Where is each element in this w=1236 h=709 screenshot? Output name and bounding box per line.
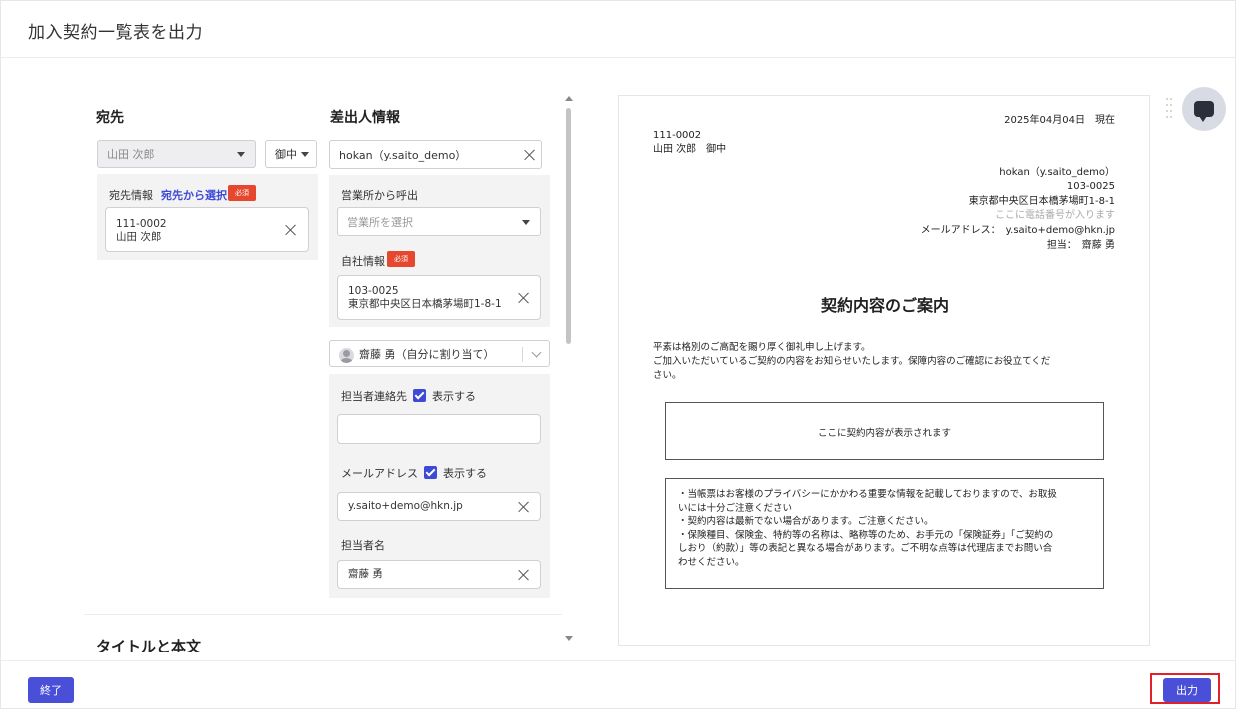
sender-account-select[interactable]: hokan（y.saito_demo） [329, 140, 542, 169]
recipient-address-line2: 山田 次郎 [116, 231, 162, 243]
drag-handle-icon[interactable] [1166, 98, 1174, 124]
scroll-down-icon[interactable] [565, 636, 573, 641]
notice-line: ・保険種目、保険金、特約等の名称は、略称等のため、お手元の「保険証券」「ご契約の [678, 529, 1054, 541]
recipient-address-line1: 111-0002 [116, 218, 167, 230]
scroll-thumb[interactable] [566, 108, 571, 344]
staff-name-label: 担当者名 [341, 539, 385, 552]
notice-line: ・契約内容は最新でない場合があります。ご注意ください。 [678, 516, 934, 527]
company-info-field[interactable]: 103-0025 東京都中央区日本橋茅場町1-8-1 [337, 275, 541, 320]
company-info-label: 自社情報 [341, 255, 385, 268]
email-label: メールアドレス [341, 467, 418, 480]
settings-scrollbar[interactable] [562, 92, 576, 644]
recipient-heading: 宛先 [96, 110, 124, 126]
email-show-label: 表示する [443, 467, 487, 480]
preview-from-line1: hokan（y.saito_demo） [999, 167, 1115, 178]
office-select[interactable]: 営業所を選択 [337, 207, 541, 236]
notice-line: いには十分ご注意ください [678, 502, 793, 514]
preview-body-line1: 平素は格別のご高配を賜り厚く御礼申し上げます。 [653, 342, 871, 353]
notice-line: しおり（約款）」等の表記と異なる場合があります。ご不明な点等は代理店までお問い合 [678, 543, 1053, 554]
end-button[interactable]: 終了 [28, 677, 74, 703]
recipient-info-label-text: 宛先情報 [109, 189, 153, 202]
company-info-line1: 103-0025 [348, 285, 399, 297]
preview-phone-placeholder: ここに電話番号が入ります [995, 210, 1115, 221]
honorific-select[interactable]: 御中 [265, 140, 317, 168]
page-title: 加入契約一覧表を出力 [28, 23, 203, 43]
staff-name-value: 齋藤 勇 [348, 568, 383, 580]
recipient-info-label: 宛先情報 宛先から選択 [109, 187, 227, 203]
clear-icon[interactable] [518, 569, 530, 581]
contract-placeholder: ここに契約内容が表示されます [817, 428, 951, 439]
assignee-value: 齋藤 勇（自分に割り当て） [359, 347, 495, 361]
recipient-name-select[interactable]: 山田 次郎 [97, 140, 256, 168]
honorific-value: 御中 [275, 148, 297, 161]
contact-label: 担当者連絡先 [341, 390, 407, 403]
chat-bubble-icon [1194, 101, 1214, 122]
clear-icon[interactable] [518, 501, 530, 513]
recipient-name-value: 山田 次郎 [107, 148, 155, 161]
title-body-heading: タイトルと本文 [96, 638, 202, 652]
clear-icon[interactable] [518, 292, 530, 304]
preview-from-line3: 東京都中央区日本橋茅場町1-8-1 [968, 196, 1115, 207]
staff-name-input[interactable]: 齋藤 勇 [337, 560, 541, 589]
chevron-down-icon [522, 219, 530, 225]
user-avatar-icon [339, 348, 354, 363]
chat-support-button[interactable] [1182, 87, 1226, 131]
preview-body-line2: ご加入いただいているご契約の内容をお知らせいたします。保障内容のご確認にお役立て… [653, 356, 1051, 367]
output-button[interactable]: 出力 [1163, 678, 1211, 702]
notice-box: ・当帳票はお客様のプライバシーにかかわる重要な情報を記載しておりますので、お取扱… [665, 478, 1104, 589]
recipient-info-box: 宛先情報 宛先から選択 必須 111-0002 山田 次郎 [97, 174, 318, 260]
preview-from-email: メールアドレス： y.saito+demo@hkn.jp [920, 225, 1115, 236]
preview-title: 契約内容のご案内 [820, 296, 949, 315]
contract-content-box: ここに契約内容が表示されます [665, 402, 1104, 460]
document-preview: 2025年04月04日 現在 111-0002 山田 次郎 御中 hokan（y… [618, 95, 1150, 646]
contact-show-label: 表示する [432, 390, 476, 403]
required-badge: 必須 [387, 251, 415, 267]
sender-account-value: hokan（y.saito_demo） [339, 148, 467, 162]
dialog-header: 加入契約一覧表を出力 [0, 0, 1236, 58]
chevron-down-icon [237, 152, 245, 157]
office-placeholder: 営業所を選択 [347, 215, 413, 229]
contact-input[interactable] [337, 414, 541, 444]
preview-from-staff: 担当： 齋藤 勇 [1046, 240, 1115, 251]
section-divider [84, 614, 562, 615]
clear-icon[interactable] [285, 224, 297, 236]
clear-icon[interactable] [524, 149, 536, 161]
notice-line: わせください。 [678, 556, 745, 568]
company-info-line2: 東京都中央区日本橋茅場町1-8-1 [348, 298, 502, 310]
preview-body-line3: さい。 [653, 370, 682, 381]
preview-to-line1: 111-0002 [653, 130, 702, 141]
office-label: 営業所から呼出 [341, 189, 418, 202]
sender-heading: 差出人情報 [330, 110, 400, 126]
preview-date: 2025年04月04日 現在 [1004, 115, 1115, 126]
required-badge: 必須 [228, 185, 256, 201]
settings-panel: 宛先 山田 次郎 御中 宛先情報 宛先から選択 必須 111-0002 山田 次郎… [84, 92, 562, 652]
contact-label-row: 担当者連絡先 表示する [341, 388, 476, 404]
select-from-recipients-link[interactable]: 宛先から選択 [161, 189, 227, 202]
assignee-select[interactable]: 齋藤 勇（自分に割り当て） [329, 340, 550, 367]
select-divider [522, 347, 523, 362]
email-show-checkbox[interactable] [424, 466, 437, 479]
scroll-up-icon[interactable] [565, 96, 573, 101]
preview-from-line2: 103-0025 [1066, 181, 1115, 192]
sender-info-box: 営業所から呼出 営業所を選択 自社情報 必須 103-0025 東京都中央区日本… [329, 175, 550, 327]
contact-show-checkbox[interactable] [413, 389, 426, 402]
notice-line: ・当帳票はお客様のプライバシーにかかわる重要な情報を記載しておりますので、お取扱 [678, 489, 1057, 500]
chevron-down-icon [301, 152, 309, 157]
chevron-down-icon [531, 347, 542, 358]
email-value: y.saito+demo@hkn.jp [348, 500, 463, 512]
preview-to-line2: 山田 次郎 御中 [653, 144, 727, 155]
contact-options-box: 担当者連絡先 表示する メールアドレス 表示する y.saito+demo@hkn.… [329, 374, 550, 598]
recipient-address-field[interactable]: 111-0002 山田 次郎 [105, 207, 309, 252]
email-label-row: メールアドレス 表示する [341, 465, 487, 481]
dialog-footer [0, 660, 1236, 709]
email-input[interactable]: y.saito+demo@hkn.jp [337, 492, 541, 521]
